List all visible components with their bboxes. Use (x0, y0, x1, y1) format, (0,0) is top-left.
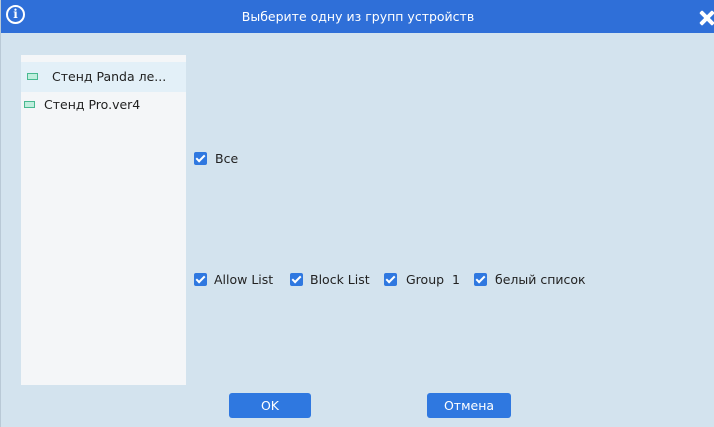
allow-list-label: Allow List (214, 272, 274, 287)
dialog-title: Выберите одну из групп устройств (241, 9, 475, 24)
device-icon (24, 101, 35, 108)
close-icon[interactable] (699, 13, 714, 29)
group-1-label: Group 1 (406, 272, 460, 287)
all-checkbox-label: Все (215, 151, 239, 166)
group-1-checkbox[interactable] (384, 273, 397, 286)
device-group-dialog: i Выберите одну из групп устройств Стенд… (0, 0, 714, 427)
group-item-pro[interactable]: Стенд Pro.ver4 (21, 90, 186, 120)
ok-button[interactable]: OK (229, 393, 311, 418)
title-bar: i Выберите одну из групп устройств (1, 0, 714, 33)
white-list-checkbox[interactable] (474, 273, 487, 286)
group-item-label: Стенд Panda ле... (52, 69, 167, 84)
white-list-label: белый список (495, 272, 586, 287)
group-item-label: Стенд Pro.ver4 (44, 97, 141, 112)
cancel-button[interactable]: Отмена (427, 393, 511, 418)
device-icon (27, 73, 38, 80)
block-list-label: Block List (310, 272, 370, 287)
block-list-checkbox[interactable] (290, 273, 303, 286)
group-item-panda[interactable]: Стенд Panda ле... (21, 62, 186, 92)
all-checkbox[interactable] (194, 152, 207, 165)
device-group-list: Стенд Panda ле... Стенд Pro.ver4 (21, 55, 186, 385)
allow-list-checkbox[interactable] (194, 273, 207, 286)
